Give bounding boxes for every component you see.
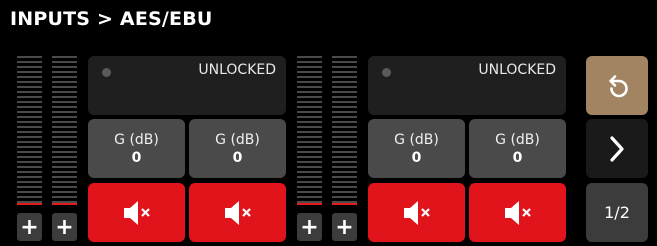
- mute-button[interactable]: [368, 183, 465, 242]
- gain-button[interactable]: G (dB) 0: [88, 119, 185, 178]
- sync-status-label: UNLOCKED: [198, 62, 276, 78]
- speaker-mute-icon: [504, 200, 531, 225]
- level-meter: [52, 56, 77, 211]
- next-page-button[interactable]: [586, 119, 648, 178]
- sync-status-label: UNLOCKED: [478, 62, 556, 78]
- gain-button[interactable]: G (dB) 0: [189, 119, 286, 178]
- gain-value: 0: [232, 149, 243, 166]
- undo-arrow-icon: [609, 74, 628, 97]
- gain-label: G (dB): [495, 131, 540, 148]
- gain-value: 0: [512, 149, 523, 166]
- add-channel-button[interactable]: +: [17, 213, 42, 241]
- add-channel-button[interactable]: +: [332, 213, 357, 241]
- add-channel-button[interactable]: +: [297, 213, 322, 241]
- level-meter: [297, 56, 322, 211]
- level-meter: [17, 56, 42, 211]
- mute-button[interactable]: [88, 183, 185, 242]
- page-indicator-button[interactable]: 1/2: [586, 183, 648, 242]
- gain-value: 0: [131, 149, 142, 166]
- gain-button[interactable]: G (dB) 0: [469, 119, 566, 178]
- sync-status-panel: UNLOCKED: [368, 56, 566, 115]
- status-led-icon: [102, 68, 111, 77]
- chevron-right-icon: [610, 135, 624, 162]
- mute-button[interactable]: [189, 183, 286, 242]
- page-title: INPUTS > AES/EBU: [10, 8, 213, 30]
- gain-value: 0: [411, 149, 422, 166]
- speaker-mute-icon: [224, 200, 251, 225]
- level-meter: [332, 56, 357, 211]
- speaker-mute-icon: [403, 200, 430, 225]
- sync-status-panel: UNLOCKED: [88, 56, 286, 115]
- page-indicator: 1/2: [604, 203, 630, 222]
- gain-label: G (dB): [394, 131, 439, 148]
- back-button[interactable]: [586, 56, 648, 115]
- speaker-mute-icon: [123, 200, 150, 225]
- gain-button[interactable]: G (dB) 0: [368, 119, 465, 178]
- gain-label: G (dB): [114, 131, 159, 148]
- gain-label: G (dB): [215, 131, 260, 148]
- status-led-icon: [382, 68, 391, 77]
- add-channel-button[interactable]: +: [52, 213, 77, 241]
- mute-button[interactable]: [469, 183, 566, 242]
